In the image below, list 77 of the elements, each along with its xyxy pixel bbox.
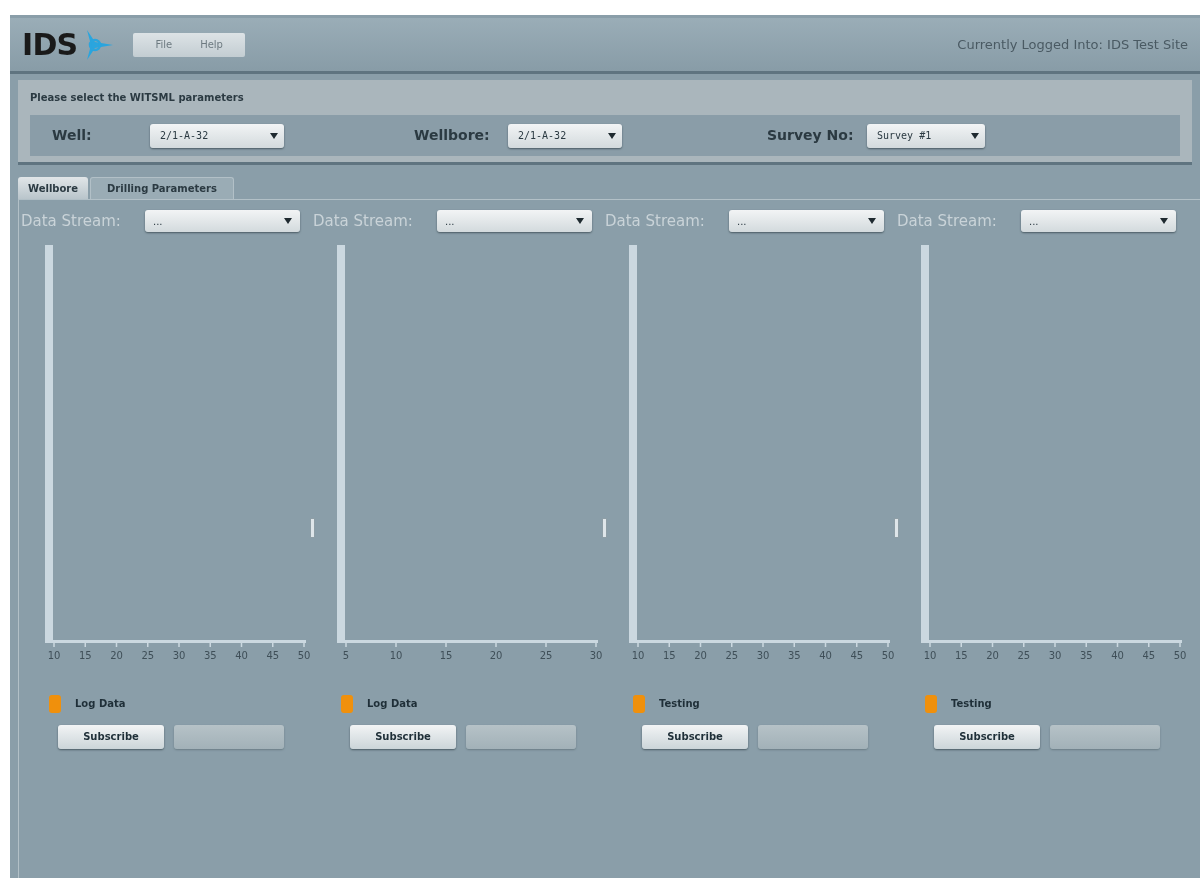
legend-label: Testing — [951, 697, 992, 711]
caret-icon — [971, 132, 979, 139]
field-label: Survey No: — [767, 126, 855, 145]
splitter-handle[interactable] — [894, 518, 899, 538]
tick-label: 50 — [1173, 650, 1187, 661]
tab[interactable]: Wellbore — [18, 177, 89, 199]
dropdown-value: ... — [737, 214, 747, 229]
tick-label: 20 — [986, 650, 999, 661]
tick-label: 10 — [631, 650, 645, 661]
subscribe-button[interactable]: Subscribe — [350, 724, 456, 749]
stream-label: Data Stream: — [21, 211, 122, 232]
tick-label: 50 — [297, 650, 311, 661]
tick-label: 10 — [923, 650, 937, 661]
caret-icon — [284, 218, 292, 225]
field-label: Well: — [52, 126, 93, 145]
tick-label: 15 — [662, 650, 676, 661]
tick-label: 30 — [1048, 650, 1062, 661]
caret-icon — [270, 132, 278, 139]
caret-icon — [1160, 218, 1168, 225]
subscribe-button[interactable]: Subscribe — [934, 724, 1040, 749]
section-title: Please select the WITSML parameters — [30, 91, 245, 105]
tick-label: 35 — [203, 650, 217, 661]
tick-label: 15 — [954, 650, 968, 661]
legend-label: Testing — [659, 697, 700, 711]
tick-label: 5 — [342, 650, 350, 661]
tick-label: 30 — [589, 650, 603, 661]
legend-label: Log Data — [367, 697, 418, 711]
tick-label: 15 — [439, 650, 453, 661]
dropdown-value: Survey #1 — [877, 129, 932, 143]
caret-icon — [868, 218, 876, 225]
tick-label: 25 — [1017, 650, 1031, 661]
tick-label: 50 — [881, 650, 895, 661]
dropdown[interactable]: 2/1-A-32 — [150, 123, 284, 148]
tick-label: 10 — [389, 650, 403, 661]
stream-label: Data Stream: — [897, 211, 998, 232]
stream-label: Data Stream: — [605, 211, 706, 232]
splitter-handle[interactable] — [602, 518, 607, 538]
dropdown[interactable]: ... — [437, 210, 592, 233]
dropdown[interactable]: Survey #1 — [867, 123, 985, 148]
dropdown-value: ... — [1029, 214, 1039, 229]
dropdown-value: ... — [445, 214, 455, 229]
tick-label: 20 — [110, 650, 123, 661]
tick-label: 40 — [1111, 650, 1124, 661]
tick-label: 35 — [787, 650, 801, 661]
dropdown[interactable]: ... — [1021, 210, 1176, 233]
stream-label: Data Stream: — [313, 211, 414, 232]
caret-icon — [576, 218, 584, 225]
field-label: Wellbore: — [414, 126, 491, 145]
tick-label: 45 — [850, 650, 864, 661]
tick-label: 40 — [235, 650, 248, 661]
dropdown-value: 2/1-A-32 — [518, 129, 567, 143]
splitter-handle[interactable] — [310, 518, 315, 538]
legend-label: Log Data — [75, 697, 126, 711]
tick-label: 25 — [725, 650, 739, 661]
tick-label: 20 — [694, 650, 707, 661]
tick-label: 40 — [819, 650, 832, 661]
dropdown-value: 2/1-A-32 — [160, 129, 209, 143]
login-status: Currently Logged Into: IDS Test Site — [957, 35, 1188, 54]
tick-label: 15 — [78, 650, 92, 661]
tick-label: 25 — [141, 650, 155, 661]
tick-label: 10 — [47, 650, 61, 661]
subscribe-button[interactable]: Subscribe — [58, 724, 164, 749]
subscribe-button[interactable]: Subscribe — [642, 724, 748, 749]
tick-label: 35 — [1079, 650, 1093, 661]
dropdown[interactable]: ... — [145, 210, 300, 233]
tick-label: 45 — [1142, 650, 1156, 661]
tick-label: 30 — [172, 650, 186, 661]
logo-text: IDS — [22, 29, 78, 60]
dropdown-value: ... — [153, 214, 163, 229]
dropdown[interactable]: 2/1-A-32 — [508, 123, 622, 148]
dropdown[interactable]: ... — [729, 210, 884, 233]
tick-label: 30 — [756, 650, 770, 661]
tick-label: 45 — [266, 650, 280, 661]
caret-icon — [608, 132, 616, 139]
tick-label: 20 — [489, 650, 503, 661]
tick-label: 25 — [539, 650, 553, 661]
tab[interactable]: Drilling Parameters — [90, 177, 234, 199]
